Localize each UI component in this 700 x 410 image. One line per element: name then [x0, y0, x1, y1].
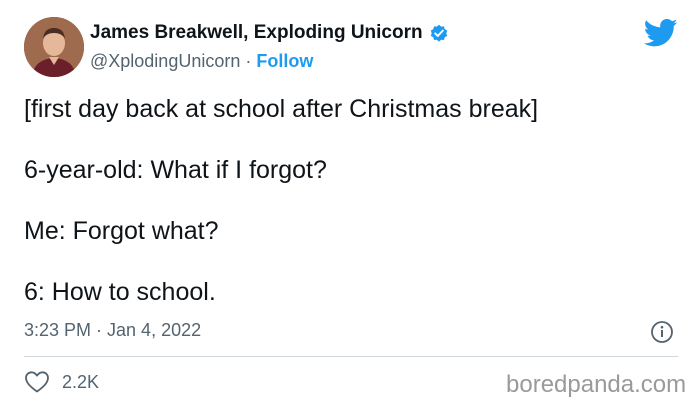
like-count: 2.2K [62, 371, 100, 392]
tweet-line: [first day back at school after Christma… [24, 95, 539, 123]
tweet-text: [first day back at school after Christma… [24, 92, 674, 336]
author-handle-row: @XplodingUnicorn · Follow [90, 51, 313, 72]
tweet-card: James Breakwell, Exploding Unicorn @Xplo… [0, 0, 700, 410]
avatar[interactable] [24, 17, 84, 77]
info-icon[interactable] [650, 320, 674, 344]
tweet-timestamp[interactable]: 3:23 PM · Jan 4, 2022 [24, 320, 201, 341]
twitter-bird-icon[interactable] [644, 18, 678, 48]
author-name-row: James Breakwell, Exploding Unicorn [90, 22, 449, 44]
like-button[interactable]: 2.2K [24, 370, 99, 394]
tweet-line: Me: Forgot what? [24, 217, 219, 245]
author-handle[interactable]: @XplodingUnicorn [90, 51, 240, 71]
author-display-name[interactable]: James Breakwell, Exploding Unicorn [90, 22, 423, 44]
avatar-image [24, 17, 84, 77]
verified-badge-icon [430, 24, 447, 42]
heart-icon [25, 371, 49, 393]
watermark: boredpanda.com [506, 371, 687, 398]
follow-button[interactable]: Follow [256, 51, 313, 71]
divider [24, 356, 678, 357]
handle-separator: · [240, 51, 257, 71]
tweet-line: 6-year-old: What if I forgot? [24, 156, 327, 184]
tweet-line: 6: How to school. [24, 278, 216, 306]
